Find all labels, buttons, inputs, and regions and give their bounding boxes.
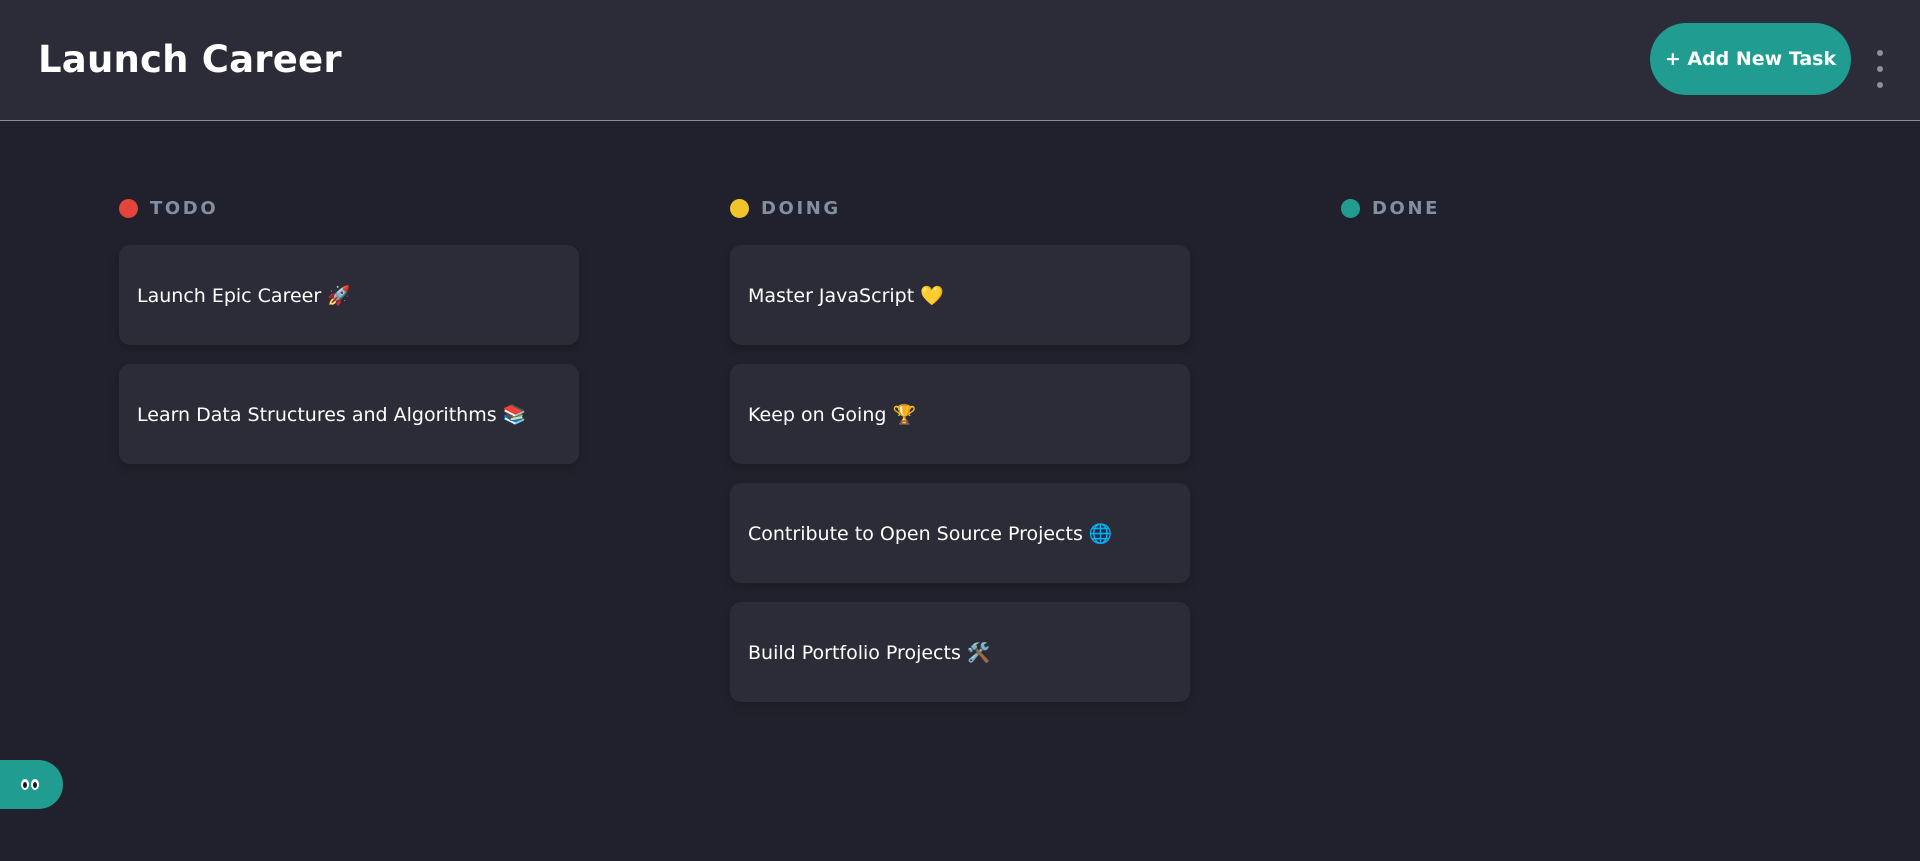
- show-sidebar-button[interactable]: [0, 760, 63, 809]
- column-title: DOING: [761, 197, 841, 219]
- task-title: Launch Epic Career 🚀: [137, 284, 351, 307]
- task-title: Contribute to Open Source Projects 🌐: [748, 522, 1113, 545]
- column-header: DOING: [730, 196, 1190, 220]
- task-card[interactable]: Keep on Going 🏆: [730, 364, 1190, 464]
- board-title: Launch Career: [38, 38, 342, 81]
- task-card[interactable]: Launch Epic Career 🚀: [119, 245, 579, 345]
- kebab-dot: [1877, 50, 1883, 56]
- column-header: TODO: [119, 196, 579, 220]
- task-card[interactable]: Contribute to Open Source Projects 🌐: [730, 483, 1190, 583]
- task-title: Master JavaScript 💛: [748, 284, 944, 307]
- task-card[interactable]: Learn Data Structures and Algorithms 📚: [119, 364, 579, 464]
- header-bar: Launch Career + Add New Task: [0, 0, 1920, 121]
- kebab-dot: [1877, 82, 1883, 88]
- status-dot-icon: [1341, 198, 1360, 218]
- column-title: DONE: [1372, 197, 1441, 219]
- column-doing: DOING Master JavaScript 💛 Keep on Going …: [730, 196, 1190, 721]
- column-done: DONE: [1341, 196, 1801, 245]
- status-dot-icon: [730, 198, 749, 218]
- status-dot-icon: [119, 198, 138, 218]
- task-card[interactable]: Build Portfolio Projects 🛠️: [730, 602, 1190, 702]
- column-todo: TODO Launch Epic Career 🚀 Learn Data Str…: [119, 196, 579, 483]
- kebab-dot: [1877, 66, 1883, 72]
- add-new-task-button[interactable]: + Add New Task: [1650, 23, 1851, 95]
- eye-icon: [20, 779, 39, 790]
- task-title: Learn Data Structures and Algorithms 📚: [137, 403, 527, 426]
- column-header: DONE: [1341, 196, 1801, 220]
- task-list: Master JavaScript 💛 Keep on Going 🏆 Cont…: [730, 245, 1190, 702]
- column-title: TODO: [150, 197, 219, 219]
- task-title: Build Portfolio Projects 🛠️: [748, 641, 991, 664]
- task-title: Keep on Going 🏆: [748, 403, 917, 426]
- task-card[interactable]: Master JavaScript 💛: [730, 245, 1190, 345]
- task-list: Launch Epic Career 🚀 Learn Data Structur…: [119, 245, 579, 464]
- kebab-menu-icon[interactable]: [1871, 50, 1889, 88]
